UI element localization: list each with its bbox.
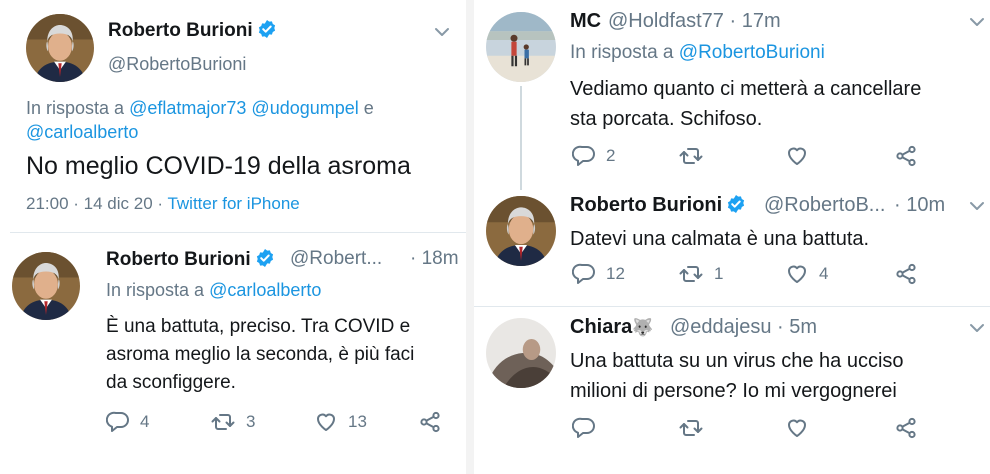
reply-button[interactable]: 12: [572, 262, 625, 286]
tweet-text-line: milioni di persone? Io mi vergognerei: [570, 380, 897, 402]
tweet-text: Una battuta su un virus che ha ucciso mi…: [570, 346, 904, 406]
thread-line: [520, 86, 522, 190]
reply-context: In risposta a @eflatmajor73 @udogumpel e: [26, 98, 374, 118]
like-icon: [788, 265, 806, 283]
retweet-button[interactable]: 1: [678, 262, 723, 286]
tweet-text: Datevi una calmata è una battuta.: [570, 228, 870, 250]
reply-count: 4: [140, 412, 150, 431]
mention-link[interactable]: @RobertoBurioni: [679, 42, 825, 63]
retweet-button[interactable]: [678, 144, 704, 168]
retweet-count: 3: [246, 412, 256, 431]
like-button[interactable]: 4: [785, 262, 828, 286]
avatar-photo: [26, 14, 94, 82]
tweet-text: No meglio COVID-19 della asroma: [26, 152, 411, 180]
reply-icon: [572, 417, 595, 438]
chevron-down-icon[interactable]: [968, 198, 986, 216]
reply-count: 12: [606, 264, 625, 283]
share-button[interactable]: [894, 262, 918, 286]
chevron-down-icon[interactable]: [968, 320, 986, 338]
tweet-time: · 18m: [410, 248, 459, 269]
chevron-down-icon[interactable]: [968, 14, 986, 32]
author-name[interactable]: Chiara🐺: [570, 316, 653, 339]
reply-button[interactable]: 4: [106, 410, 149, 434]
like-count: 4: [819, 264, 829, 283]
retweet-icon: [679, 148, 703, 164]
share-icon: [420, 411, 440, 433]
reply-button[interactable]: [572, 416, 596, 440]
reply-icon: [106, 411, 129, 432]
share-button[interactable]: [418, 410, 442, 434]
tweet-text-line: È una battuta, preciso. Tra COVID e: [106, 316, 411, 337]
avatar-photo: [486, 196, 556, 266]
reply-icon: [572, 263, 595, 284]
avatar[interactable]: [486, 196, 556, 266]
avatar[interactable]: [486, 318, 556, 388]
retweet-icon: [211, 414, 235, 430]
tweet-time: · 10m: [894, 194, 946, 216]
like-icon: [788, 419, 806, 437]
tweet-text: Vediamo quanto ci metterà a cancellare s…: [570, 74, 921, 134]
tweet-text-line: Una battuta su un virus che ha ucciso: [570, 350, 904, 372]
mention-link[interactable]: @carloalberto: [26, 122, 138, 143]
reply-button[interactable]: 2: [572, 144, 615, 168]
avatar-photo: [486, 12, 556, 82]
like-button[interactable]: 13: [314, 410, 367, 434]
author-name[interactable]: Roberto Burioni: [570, 194, 746, 217]
author-name[interactable]: MC: [570, 10, 601, 33]
wolf-emoji-icon: 🐺: [632, 318, 654, 337]
share-icon: [896, 417, 916, 439]
retweet-icon: [679, 420, 703, 436]
share-icon: [896, 263, 916, 285]
avatar[interactable]: [12, 252, 80, 320]
like-button[interactable]: [785, 416, 809, 440]
mention-link[interactable]: @carloalberto: [209, 280, 321, 300]
author-name[interactable]: Roberto Burioni: [106, 248, 275, 271]
right-screenshot: MC @Holdfast77 · 17m In risposta a @Robe…: [474, 0, 990, 474]
retweet-icon: [679, 266, 703, 282]
like-icon: [317, 413, 335, 431]
retweet-count: 1: [714, 264, 724, 283]
share-icon: [896, 145, 916, 167]
retweet-button[interactable]: 3: [210, 410, 255, 434]
share-button[interactable]: [894, 416, 918, 440]
retweet-button[interactable]: [678, 416, 704, 440]
tweet-source-link[interactable]: Twitter for iPhone: [167, 194, 299, 213]
verified-badge-icon: [727, 194, 746, 214]
reply-count: 2: [606, 146, 616, 165]
tweet-text-line: sta porcata. Schifoso.: [570, 108, 763, 130]
avatar[interactable]: [486, 12, 556, 82]
tweet-text-line: asroma meglio la seconda, è più faci: [106, 344, 415, 365]
left-screenshot: Roberto Burioni @RobertoBurioni In rispo…: [0, 0, 466, 474]
avatar[interactable]: [26, 14, 94, 82]
panel-gap: [466, 0, 474, 474]
author-handle[interactable]: @RobertoB...: [764, 194, 885, 217]
avatar-photo: [12, 252, 80, 320]
mention-link[interactable]: @eflatmajor73: [129, 98, 246, 118]
like-button[interactable]: [785, 144, 809, 168]
author-handle[interactable]: @RobertoBurioni: [108, 54, 246, 75]
reply-context: In risposta a @RobertoBurioni: [570, 42, 825, 63]
tweet-text: È una battuta, preciso. Tra COVID e asro…: [106, 313, 414, 397]
author-handle[interactable]: @eddajesu · 5m: [670, 316, 817, 339]
tweet-text-line: da sconfiggere.: [106, 372, 236, 393]
divider: [474, 306, 990, 307]
tweet-timestamp: 21:00 · 14 dic 20 · Twitter for iPhone: [26, 194, 300, 213]
author-handle[interactable]: @Robert...: [290, 248, 382, 270]
verified-badge-icon: [257, 19, 276, 39]
reply-icon: [572, 145, 595, 166]
author-name[interactable]: Roberto Burioni: [108, 19, 277, 42]
like-icon: [788, 147, 806, 165]
like-count: 13: [348, 412, 367, 431]
divider: [10, 232, 466, 233]
author-handle[interactable]: @Holdfast77 · 17m: [608, 10, 781, 33]
mention-link[interactable]: @udogumpel: [251, 98, 358, 118]
reply-context: In risposta a @carloalberto: [106, 280, 322, 300]
chevron-down-icon[interactable]: [433, 24, 451, 42]
verified-badge-icon: [255, 248, 274, 268]
share-button[interactable]: [894, 144, 918, 168]
avatar-photo: [486, 318, 556, 388]
tweet-text-line: Vediamo quanto ci metterà a cancellare: [570, 78, 922, 100]
